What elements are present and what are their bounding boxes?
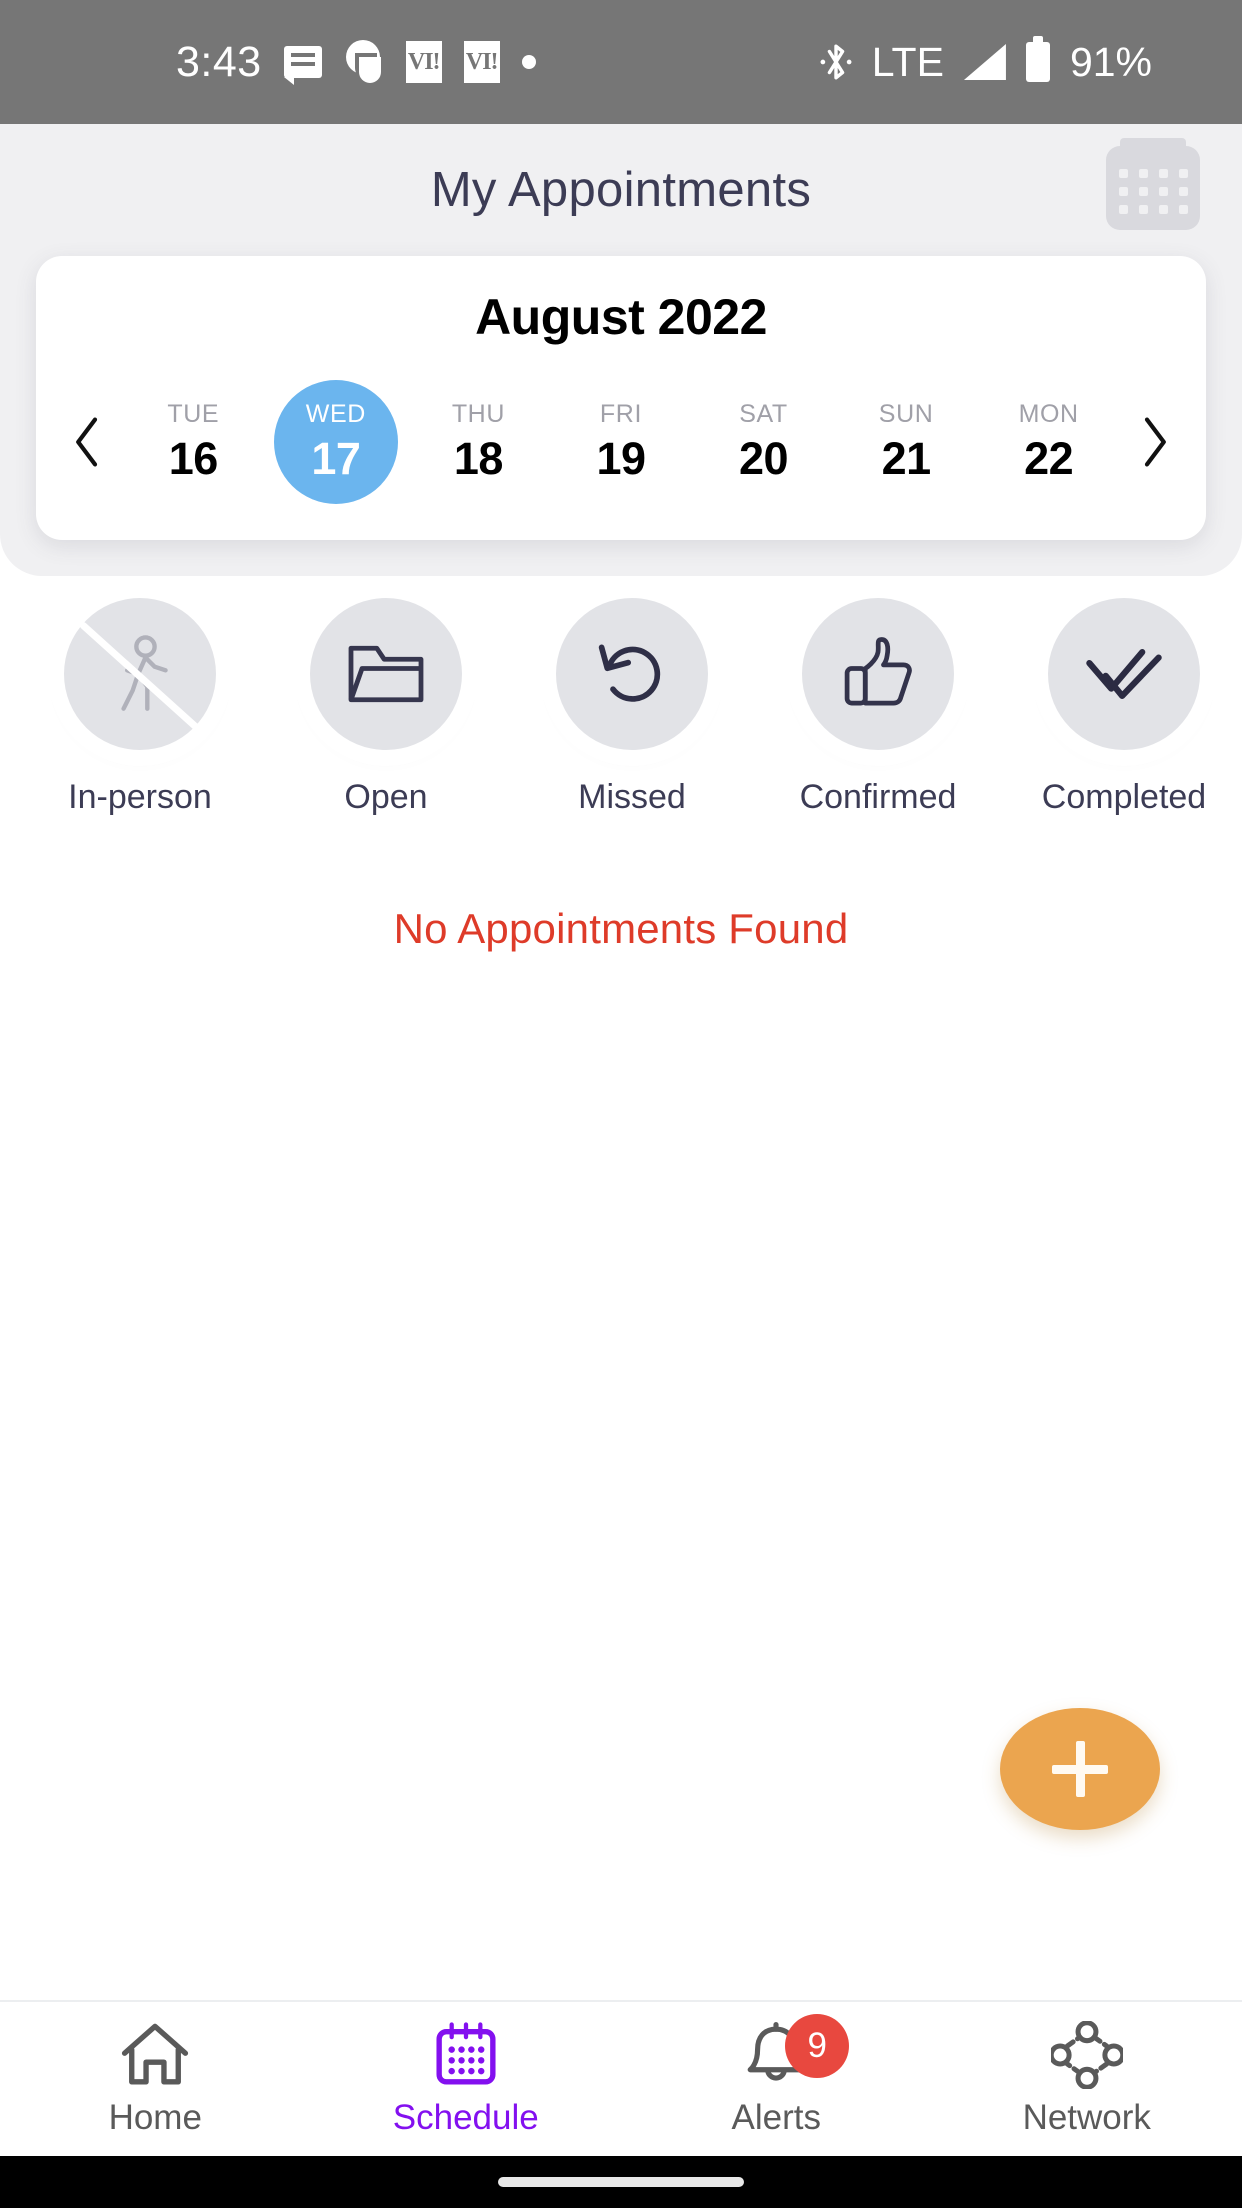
day-cell-6[interactable]: MON 22 bbox=[987, 380, 1111, 504]
folder-icon bbox=[310, 598, 462, 750]
network-type-label: LTE bbox=[871, 38, 944, 85]
gesture-pill[interactable] bbox=[498, 2177, 744, 2187]
thumbs-up-icon bbox=[802, 598, 954, 750]
filter-label: In-person bbox=[68, 778, 212, 816]
app-blob-icon bbox=[344, 40, 384, 84]
battery-percent-label: 91% bbox=[1069, 38, 1152, 85]
title-row: My Appointments bbox=[0, 124, 1242, 256]
bell-icon: 9 bbox=[741, 2014, 850, 2090]
day-cell-4[interactable]: SAT 20 bbox=[702, 380, 826, 504]
day-num: 17 bbox=[311, 432, 361, 484]
day-cell-2[interactable]: THU 18 bbox=[416, 380, 540, 504]
filter-in-person[interactable]: In-person bbox=[50, 598, 230, 817]
filter-completed[interactable]: Completed bbox=[1034, 598, 1214, 817]
walking-person-slashed-icon bbox=[64, 598, 216, 750]
days-row: TUE 16 WED 17 THU 18 FRI 19 SAT 20 SUN 2… bbox=[36, 380, 1206, 504]
battery-icon bbox=[1025, 36, 1050, 82]
header-panel: My Appointments August 2022 TUE 16 WED 1… bbox=[0, 124, 1242, 576]
home-icon bbox=[119, 2020, 191, 2090]
status-bar-right: LTE 91% bbox=[820, 36, 1152, 85]
dot-icon bbox=[521, 55, 536, 69]
day-dow: TUE bbox=[167, 399, 220, 428]
day-dow: FRI bbox=[599, 399, 642, 428]
page-title: My Appointments bbox=[430, 163, 812, 217]
content-area: No Appointments Found bbox=[0, 817, 1242, 2000]
status-bar-left: 3:43 VI! VI! bbox=[176, 37, 536, 86]
day-dow: THU bbox=[451, 399, 505, 428]
undo-arrow-icon bbox=[556, 598, 708, 750]
day-num: 18 bbox=[453, 432, 504, 484]
filter-label: Missed bbox=[578, 778, 686, 816]
filter-missed[interactable]: Missed bbox=[542, 598, 722, 817]
month-label: August 2022 bbox=[475, 289, 767, 345]
filter-strip[interactable]: In-person Open Missed Confirmed Complete… bbox=[0, 576, 1242, 817]
bottom-navigation: Home Schedule 9 Alerts Network bbox=[0, 2000, 1242, 2156]
message-icon bbox=[283, 46, 322, 85]
day-cell-5[interactable]: SUN 21 bbox=[844, 380, 968, 504]
calendar-icon[interactable] bbox=[1106, 138, 1200, 230]
gesture-bar bbox=[0, 2156, 1242, 2208]
day-dow: SUN bbox=[878, 399, 934, 428]
filter-open[interactable]: Open bbox=[296, 598, 476, 817]
day-cell-1[interactable]: WED 17 bbox=[273, 380, 398, 504]
nav-item-network[interactable]: Network bbox=[932, 2020, 1242, 2138]
date-picker-card: August 2022 TUE 16 WED 17 THU 18 FRI 19 … bbox=[36, 256, 1206, 540]
double-check-icon bbox=[1048, 598, 1200, 750]
app-root: 3:43 VI! VI! LTE 91% My Appointments Aug… bbox=[0, 0, 1242, 2208]
filter-label: Confirmed bbox=[799, 778, 957, 816]
nav-label: Schedule bbox=[392, 2098, 539, 2137]
vi-app-icon: VI! bbox=[463, 41, 500, 83]
vi-app-icon: VI! bbox=[405, 41, 442, 83]
day-dow: WED bbox=[305, 399, 366, 428]
filter-label: Open bbox=[344, 778, 428, 816]
chevron-right-icon[interactable] bbox=[1120, 414, 1188, 470]
day-num: 19 bbox=[596, 432, 646, 484]
day-cell-3[interactable]: FRI 19 bbox=[559, 380, 683, 504]
status-bar: 3:43 VI! VI! LTE 91% bbox=[0, 0, 1242, 124]
filter-confirmed[interactable]: Confirmed bbox=[788, 598, 968, 817]
nav-label: Network bbox=[1022, 2098, 1151, 2137]
day-dow: MON bbox=[1018, 399, 1079, 428]
day-cell-0[interactable]: TUE 16 bbox=[131, 380, 255, 504]
signal-bars-icon bbox=[963, 44, 1006, 80]
bluetooth-icon bbox=[820, 41, 852, 83]
day-num: 16 bbox=[168, 432, 219, 484]
status-bar-clock: 3:43 bbox=[176, 37, 262, 86]
filter-label: Completed bbox=[1041, 778, 1207, 816]
add-appointment-fab[interactable] bbox=[1000, 1708, 1160, 1830]
alerts-badge: 9 bbox=[785, 2014, 850, 2078]
calendar-icon-dots bbox=[1118, 168, 1188, 214]
day-num: 22 bbox=[1024, 432, 1074, 484]
calendar-icon bbox=[432, 2020, 500, 2090]
days-strip: TUE 16 WED 17 THU 18 FRI 19 SAT 20 SUN 2… bbox=[122, 380, 1120, 504]
day-num: 21 bbox=[881, 432, 932, 484]
empty-state-message: No Appointments Found bbox=[393, 905, 849, 952]
network-nodes-icon bbox=[1050, 2020, 1123, 2090]
nav-item-schedule[interactable]: Schedule bbox=[311, 2020, 622, 2138]
nav-item-alerts[interactable]: 9 Alerts bbox=[621, 2014, 932, 2138]
nav-item-home[interactable]: Home bbox=[0, 2020, 311, 2138]
nav-label: Alerts bbox=[731, 2098, 821, 2137]
day-dow: SAT bbox=[739, 399, 788, 428]
day-num: 20 bbox=[739, 432, 789, 484]
chevron-left-icon[interactable] bbox=[54, 414, 122, 470]
nav-label: Home bbox=[108, 2098, 202, 2137]
